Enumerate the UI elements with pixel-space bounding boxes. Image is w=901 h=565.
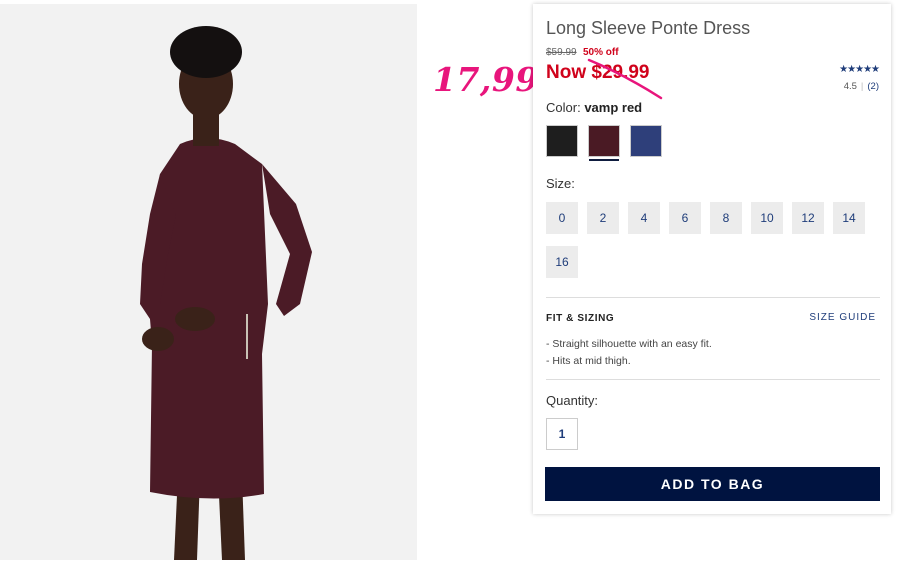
size-guide-link[interactable]: SIZE GUIDE bbox=[809, 312, 876, 323]
product-rating[interactable]: ★★★★★ 4.5 | (2) bbox=[839, 64, 880, 92]
discount-badge: 50% off bbox=[583, 47, 619, 58]
add-to-bag-button[interactable]: ADD TO BAG bbox=[545, 467, 880, 501]
size-option-14[interactable]: 14 bbox=[833, 202, 865, 234]
fit-sizing-heading: FIT & SIZING bbox=[546, 313, 615, 324]
color-swatch-black[interactable] bbox=[546, 125, 578, 157]
sale-price: Now $29.99 bbox=[546, 62, 650, 83]
color-label-text: Color: bbox=[546, 100, 581, 115]
rating-stars-icon: ★★★★★ bbox=[839, 64, 880, 75]
rating-score: 4.5 bbox=[843, 81, 857, 92]
original-price: $59.99 bbox=[546, 47, 577, 58]
rating-separator: | bbox=[860, 81, 864, 92]
size-options: 0 2 4 6 8 10 12 14 16 bbox=[546, 202, 886, 278]
quantity-label: Quantity: bbox=[546, 393, 599, 408]
fit-notes: - Straight silhouette with an easy fit. … bbox=[546, 336, 712, 370]
size-option-12[interactable]: 12 bbox=[792, 202, 824, 234]
quantity-input[interactable]: 1 bbox=[546, 418, 578, 450]
size-option-16[interactable]: 16 bbox=[546, 246, 578, 278]
size-option-0[interactable]: 0 bbox=[546, 202, 578, 234]
size-option-2[interactable]: 2 bbox=[587, 202, 619, 234]
color-label: Color: vamp red bbox=[546, 100, 642, 115]
color-swatch-vamp-red[interactable] bbox=[588, 125, 620, 161]
review-count-link[interactable]: (2) bbox=[867, 81, 879, 92]
size-option-10[interactable]: 10 bbox=[751, 202, 783, 234]
divider bbox=[546, 379, 880, 380]
color-swatches bbox=[546, 125, 662, 161]
divider bbox=[546, 297, 880, 298]
selected-color-name: vamp red bbox=[584, 100, 643, 115]
size-option-8[interactable]: 8 bbox=[710, 202, 742, 234]
size-option-6[interactable]: 6 bbox=[669, 202, 701, 234]
model-wearing-dress-image bbox=[0, 4, 417, 560]
product-photo bbox=[0, 4, 417, 560]
fit-note: - Straight silhouette with an easy fit. bbox=[546, 338, 712, 350]
product-title: Long Sleeve Ponte Dress bbox=[546, 18, 751, 38]
size-option-4[interactable]: 4 bbox=[628, 202, 660, 234]
product-details-panel: Long Sleeve Ponte Dress $59.99 50% off N… bbox=[533, 4, 891, 514]
handwritten-price-annotation: 17,99 bbox=[433, 60, 539, 99]
size-label: Size: bbox=[546, 176, 575, 191]
fit-note: - Hits at mid thigh. bbox=[546, 355, 631, 367]
color-swatch-navy[interactable] bbox=[630, 125, 662, 157]
